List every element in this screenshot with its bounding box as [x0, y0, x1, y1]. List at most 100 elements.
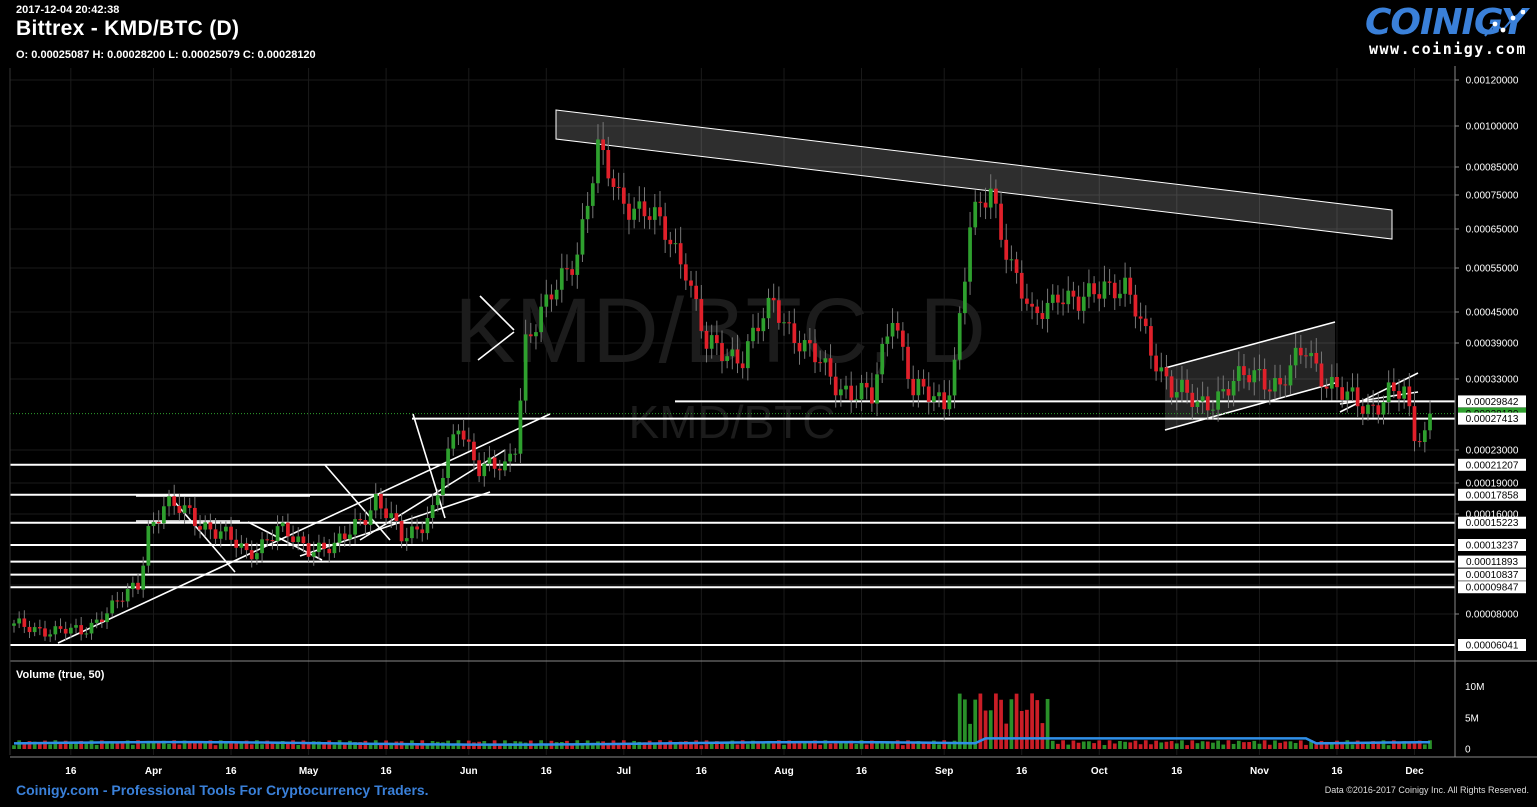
price-tick-label: 0.00100000 [1466, 122, 1519, 133]
coinigy-logo[interactable]: COINIGY www.coinigy.com [1365, 2, 1527, 58]
candle-body [632, 208, 637, 220]
volume-bar [1149, 744, 1153, 749]
volume-bar [818, 744, 823, 749]
price-tick-label: 0.00055000 [1466, 264, 1519, 275]
candle-body [1159, 367, 1164, 372]
candlestick-chart[interactable]: KMD/BTC, D KMD/BTC 10M5M0 0.001200000.00… [0, 0, 1537, 807]
volume-bar [1278, 742, 1282, 749]
candle-body [182, 505, 187, 513]
candle-body [193, 507, 197, 527]
candle-body [332, 542, 337, 554]
volume-bar [1169, 741, 1174, 749]
candle-body [1081, 296, 1086, 311]
volume-bar [1040, 723, 1045, 749]
candle-body [456, 430, 461, 435]
candle-body [1412, 406, 1417, 442]
candle-body [472, 441, 476, 461]
candle-body [771, 297, 776, 301]
volume-bar [1340, 744, 1345, 749]
volume-bar [1164, 741, 1169, 749]
time-tick-label: May [299, 766, 319, 777]
volume-bar [187, 742, 192, 749]
price-tick-label: 0.00085000 [1466, 163, 1519, 174]
volume-bar [663, 744, 668, 749]
volume-bar [1221, 744, 1226, 749]
candle-body [870, 387, 874, 404]
price-tick-label: 0.00075000 [1466, 191, 1519, 202]
volume-bar [942, 740, 947, 749]
volume-bar [1211, 742, 1215, 749]
volume-bar [1154, 740, 1158, 749]
price-level-label: 0.00009847 [1466, 583, 1519, 594]
candle-body [802, 340, 807, 352]
candle-body [1180, 379, 1184, 393]
candle-body [528, 334, 533, 337]
logo-url: www.coinigy.com [1369, 40, 1527, 58]
time-tick-label: 16 [381, 766, 393, 777]
candle-body [647, 216, 652, 220]
volume-bar [1087, 741, 1091, 749]
volume-bar [327, 740, 332, 749]
time-tick-label: Nov [1250, 766, 1269, 777]
candle-body [901, 330, 905, 347]
candle-body [983, 202, 988, 208]
candle-body [590, 183, 595, 206]
candle-body [709, 335, 714, 349]
volume-bar [1056, 743, 1060, 749]
volume-bar [1066, 744, 1071, 749]
volume-bar [1112, 743, 1117, 749]
candle-body [1236, 366, 1241, 381]
candle-body [906, 346, 910, 379]
volume-bar [1397, 743, 1401, 749]
candle-body [1355, 387, 1360, 407]
candle-body [394, 513, 399, 521]
time-tick-label: 16 [1016, 766, 1028, 777]
candle-body [99, 619, 104, 623]
price-tick-label: 0.00045000 [1466, 308, 1519, 319]
candle-body [864, 382, 869, 388]
volume-bar [1076, 742, 1081, 749]
volume-bar [1118, 741, 1122, 749]
candle-body [84, 633, 89, 635]
volume-bar [1009, 699, 1014, 749]
time-tick-label: 16 [1331, 766, 1343, 777]
candle-body [963, 281, 967, 314]
candle-body [208, 522, 213, 530]
volume-bar [963, 699, 967, 749]
volume-bar [668, 740, 673, 749]
candle-body [1273, 378, 1277, 392]
candle-body [1324, 386, 1329, 389]
candle-body [172, 496, 177, 506]
candle-body [79, 625, 84, 635]
candle-body [435, 495, 440, 506]
candle-body [663, 216, 668, 240]
volume-bar [1123, 741, 1127, 749]
candle-body [466, 439, 471, 442]
sparkline-icon [1484, 10, 1525, 37]
candle-body [379, 493, 383, 509]
candle-body [1190, 392, 1195, 407]
candle-body [678, 243, 683, 265]
candle-body [213, 529, 218, 539]
price-tick-label: 0.00120000 [1466, 76, 1519, 87]
candle-body [1397, 391, 1401, 399]
candle-body [1371, 404, 1376, 406]
volume-bar [12, 745, 16, 749]
candle-body [611, 178, 616, 187]
candle-body [296, 536, 301, 543]
candle-body [441, 477, 445, 496]
candle-body [353, 519, 357, 535]
price-tick-label: 0.00023000 [1466, 446, 1519, 457]
candle-body [1195, 401, 1200, 407]
candle-body [1071, 290, 1076, 297]
volume-bar [1004, 723, 1009, 749]
candle-body [1014, 259, 1019, 273]
volume-bar [48, 744, 53, 749]
volume-bar [1174, 743, 1179, 749]
volume-bar [1061, 740, 1065, 749]
candle-body [787, 322, 792, 324]
candle-body [994, 188, 998, 204]
volume-bar [968, 723, 972, 749]
footer-tagline[interactable]: Coinigy.com - Professional Tools For Cry… [16, 782, 429, 798]
candle-body [580, 219, 585, 255]
